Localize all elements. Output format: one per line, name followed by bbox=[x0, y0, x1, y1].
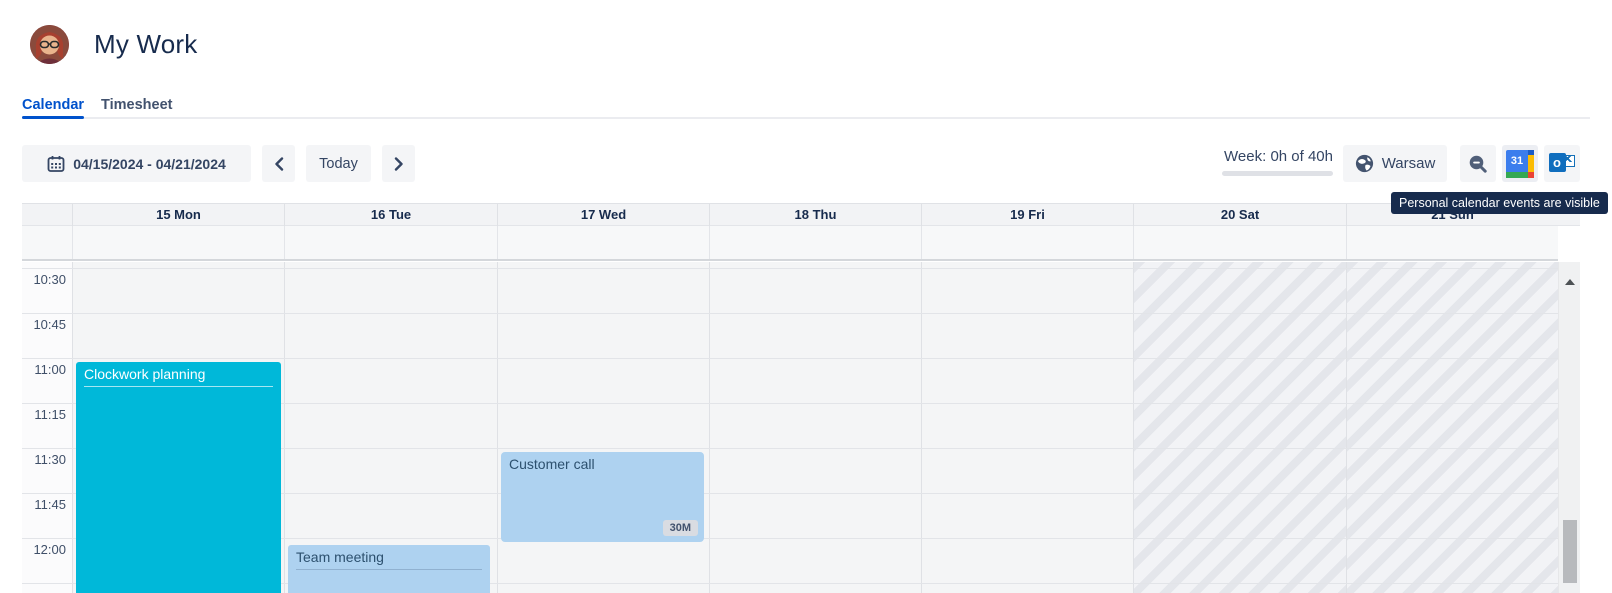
week-time-grid: 10:30 10:45 11:00 11:15 11:30 11:45 12:0… bbox=[22, 262, 1558, 593]
vertical-scrollbar[interactable] bbox=[1558, 262, 1580, 593]
all-day-cell-sun[interactable] bbox=[1346, 226, 1558, 259]
avatar bbox=[30, 25, 69, 64]
outlook-icon: o bbox=[1549, 153, 1576, 175]
day-column-wed[interactable] bbox=[497, 262, 709, 593]
day-header-fri: 19 Fri bbox=[921, 204, 1133, 226]
all-day-row bbox=[22, 226, 1558, 261]
all-day-cell-fri[interactable] bbox=[921, 226, 1133, 259]
timezone-button[interactable]: Warsaw bbox=[1343, 145, 1447, 182]
page-title: My Work bbox=[94, 29, 197, 60]
chevron-left-icon bbox=[274, 157, 284, 171]
outlook-toggle[interactable]: o bbox=[1544, 145, 1580, 182]
google-calendar-icon: 31 bbox=[1506, 150, 1534, 178]
event-clockwork-planning[interactable]: Clockwork planning bbox=[76, 362, 281, 593]
time-label-1030: 10:30 bbox=[22, 272, 66, 287]
day-column-sun[interactable] bbox=[1346, 262, 1558, 593]
scrollbar-thumb[interactable] bbox=[1563, 520, 1577, 583]
event-title: Clockwork planning bbox=[84, 366, 273, 387]
google-calendar-toggle[interactable]: 31 bbox=[1502, 145, 1538, 182]
zoom-out-button[interactable] bbox=[1460, 145, 1496, 182]
chevron-right-icon bbox=[394, 157, 404, 171]
week-progress-bar bbox=[1222, 171, 1333, 176]
scrollbar-up-arrow[interactable] bbox=[1559, 272, 1581, 292]
active-tab-indicator bbox=[22, 116, 84, 119]
calendar-day-header-row: 15 Mon 16 Tue 17 Wed 18 Thu 19 Fri 20 Sa… bbox=[22, 203, 1580, 226]
tab-calendar[interactable]: Calendar bbox=[22, 97, 84, 113]
tab-timesheet[interactable]: Timesheet bbox=[101, 97, 172, 113]
event-title: Customer call bbox=[509, 456, 696, 476]
day-header-mon: 15 Mon bbox=[72, 204, 284, 226]
event-team-meeting[interactable]: Team meeting bbox=[288, 545, 490, 593]
google-calendar-icon-number: 31 bbox=[1506, 150, 1528, 172]
tabs-divider bbox=[22, 117, 1590, 119]
day-header-wed: 17 Wed bbox=[497, 204, 709, 226]
zoom-out-icon bbox=[1468, 154, 1488, 174]
time-label-1130: 11:30 bbox=[22, 452, 66, 467]
event-duration-badge: 30M bbox=[663, 520, 698, 536]
avatar-image bbox=[30, 25, 69, 64]
time-label-1115: 11:15 bbox=[22, 407, 66, 422]
all-day-cell-sat[interactable] bbox=[1133, 226, 1346, 259]
time-label-1100: 11:00 bbox=[22, 362, 66, 377]
day-header-tue: 16 Tue bbox=[284, 204, 497, 226]
tooltip: Personal calendar events are visible bbox=[1391, 192, 1608, 214]
week-progress-label: Week: 0h of 40h bbox=[1188, 148, 1333, 165]
next-week-button[interactable] bbox=[382, 145, 415, 182]
time-label-1200: 12:00 bbox=[22, 542, 66, 557]
day-column-sat[interactable] bbox=[1133, 262, 1346, 593]
day-column-fri[interactable] bbox=[921, 262, 1133, 593]
all-day-cell-thu[interactable] bbox=[709, 226, 921, 259]
time-label-1045: 10:45 bbox=[22, 317, 66, 332]
previous-week-button[interactable] bbox=[262, 145, 295, 182]
all-day-cell-wed[interactable] bbox=[497, 226, 709, 259]
day-header-thu: 18 Thu bbox=[709, 204, 921, 226]
day-header-sat: 20 Sat bbox=[1133, 204, 1346, 226]
all-day-cell-mon[interactable] bbox=[72, 226, 284, 259]
day-column-thu[interactable] bbox=[709, 262, 921, 593]
globe-icon bbox=[1355, 154, 1374, 173]
today-button[interactable]: Today bbox=[306, 145, 371, 182]
all-day-cell-tue[interactable] bbox=[284, 226, 497, 259]
outlook-icon-letter: o bbox=[1549, 153, 1566, 172]
calendar-icon bbox=[47, 155, 65, 173]
event-customer-call[interactable]: Customer call 30M bbox=[501, 452, 704, 542]
timezone-label: Warsaw bbox=[1382, 155, 1436, 172]
day-column-tue[interactable] bbox=[284, 262, 497, 593]
date-range-button[interactable]: 04/15/2024 - 04/21/2024 bbox=[22, 145, 251, 182]
time-label-1145: 11:45 bbox=[22, 497, 66, 512]
date-range-label: 04/15/2024 - 04/21/2024 bbox=[73, 156, 226, 172]
event-title: Team meeting bbox=[296, 549, 482, 570]
